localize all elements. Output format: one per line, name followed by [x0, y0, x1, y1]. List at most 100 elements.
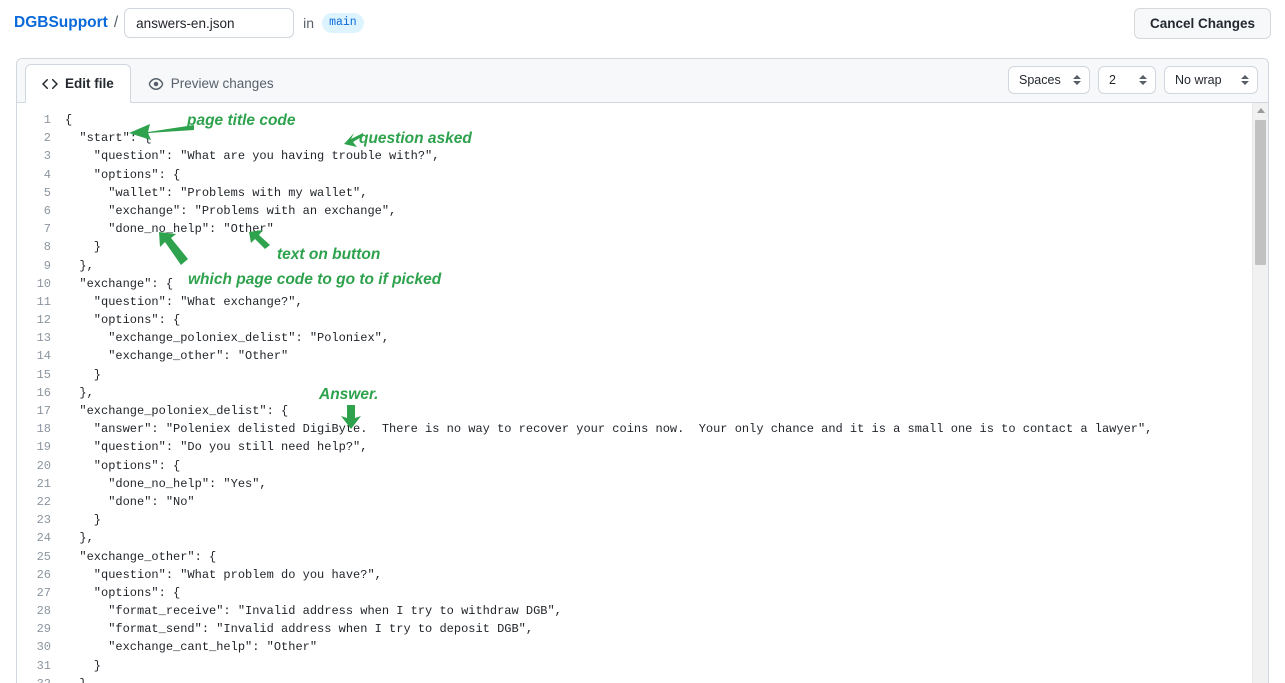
eye-icon — [148, 76, 164, 92]
code-line[interactable]: 1{ — [17, 111, 1252, 129]
code-line[interactable]: 6 "exchange": "Problems with an exchange… — [17, 202, 1252, 220]
indent-mode-select[interactable]: Spaces — [1008, 66, 1090, 94]
tab-edit-file[interactable]: Edit file — [25, 64, 131, 103]
line-content[interactable]: "options": { — [65, 457, 180, 475]
line-content[interactable]: "exchange_poloniex_delist": { — [65, 402, 288, 420]
code-line[interactable]: 17 "exchange_poloniex_delist": { — [17, 402, 1252, 420]
branch-badge: main — [322, 13, 364, 33]
line-content[interactable]: "done_no_help": "Yes", — [65, 475, 266, 493]
code-line[interactable]: 28 "format_receive": "Invalid address wh… — [17, 602, 1252, 620]
line-content[interactable]: "options": { — [65, 166, 180, 184]
editor-vertical-scrollbar[interactable] — [1252, 103, 1268, 683]
code-line[interactable]: 29 "format_send": "Invalid address when … — [17, 620, 1252, 638]
code-lines[interactable]: 1{2 "start": {3 "question": "What are yo… — [17, 103, 1252, 683]
line-content[interactable]: "exchange_other": { — [65, 548, 216, 566]
line-content[interactable]: "wallet": "Problems with my wallet", — [65, 184, 367, 202]
line-content[interactable]: "question": "What are you having trouble… — [65, 147, 440, 165]
code-line[interactable]: 7 "done_no_help": "Other" — [17, 220, 1252, 238]
code-line[interactable]: 3 "question": "What are you having troub… — [17, 147, 1252, 165]
line-number: 4 — [43, 167, 51, 182]
line-content[interactable]: "done_no_help": "Other" — [65, 220, 274, 238]
line-content[interactable]: "exchange": "Problems with an exchange", — [65, 202, 396, 220]
code-line[interactable]: 11 "question": "What exchange?", — [17, 293, 1252, 311]
line-content[interactable]: "format_receive": "Invalid address when … — [65, 602, 562, 620]
code-line[interactable]: 5 "wallet": "Problems with my wallet", — [17, 184, 1252, 202]
scrollbar-thumb[interactable] — [1255, 120, 1266, 265]
line-content[interactable]: "question": "What exchange?", — [65, 293, 303, 311]
code-line[interactable]: 21 "done_no_help": "Yes", — [17, 475, 1252, 493]
line-content[interactable]: } — [65, 657, 101, 675]
code-line[interactable]: 15 } — [17, 366, 1252, 384]
filename-input[interactable] — [124, 8, 295, 38]
line-number: 25 — [36, 549, 51, 564]
code-line[interactable]: 4 "options": { — [17, 166, 1252, 184]
code-line[interactable]: 31 } — [17, 657, 1252, 675]
indent-mode-value: Spaces — [1019, 73, 1061, 87]
line-number: 13 — [36, 331, 51, 346]
stepper-icon — [1073, 75, 1081, 85]
line-number: 21 — [36, 476, 51, 491]
code-line[interactable]: 30 "exchange_cant_help": "Other" — [17, 638, 1252, 656]
code-line[interactable]: 32 }, — [17, 675, 1252, 683]
code-line[interactable]: 23 } — [17, 511, 1252, 529]
indent-size-value: 2 — [1109, 73, 1116, 87]
line-number: 10 — [36, 276, 51, 291]
line-content[interactable]: "exchange_poloniex_delist": "Poloniex", — [65, 329, 389, 347]
line-content[interactable]: }, — [65, 529, 93, 547]
line-number: 27 — [36, 585, 51, 600]
code-line[interactable]: 26 "question": "What problem do you have… — [17, 566, 1252, 584]
code-line[interactable]: 10 "exchange": { — [17, 275, 1252, 293]
line-content[interactable]: } — [65, 511, 101, 529]
line-content[interactable]: "options": { — [65, 311, 180, 329]
cancel-changes-button[interactable]: Cancel Changes — [1133, 7, 1271, 39]
line-content[interactable]: }, — [65, 257, 93, 275]
code-editor-area[interactable]: 1{2 "start": {3 "question": "What are yo… — [17, 103, 1268, 683]
line-content[interactable]: "done": "No" — [65, 493, 194, 511]
code-line[interactable]: 16 }, — [17, 384, 1252, 402]
line-content[interactable]: }, — [65, 384, 93, 402]
line-number: 9 — [43, 258, 51, 273]
line-number: 19 — [36, 440, 51, 455]
line-content[interactable]: } — [65, 366, 101, 384]
line-content[interactable]: "exchange_other": "Other" — [65, 347, 288, 365]
code-line[interactable]: 14 "exchange_other": "Other" — [17, 347, 1252, 365]
editor-tabs: Edit file Preview changes — [25, 59, 291, 103]
breadcrumb-separator: / — [113, 14, 119, 31]
code-line[interactable]: 2 "start": { — [17, 129, 1252, 147]
code-line[interactable]: 13 "exchange_poloniex_delist": "Poloniex… — [17, 329, 1252, 347]
code-line[interactable]: 12 "options": { — [17, 311, 1252, 329]
tab-preview-changes[interactable]: Preview changes — [131, 64, 291, 103]
line-content[interactable]: } — [65, 238, 101, 256]
code-line[interactable]: 20 "options": { — [17, 457, 1252, 475]
code-icon — [42, 76, 58, 92]
line-content[interactable]: }, — [65, 675, 93, 683]
indent-size-select[interactable]: 2 — [1098, 66, 1156, 94]
stepper-icon — [1241, 75, 1249, 85]
code-line[interactable]: 9 }, — [17, 257, 1252, 275]
line-number: 5 — [43, 185, 51, 200]
code-line[interactable]: 24 }, — [17, 529, 1252, 547]
line-content[interactable]: "options": { — [65, 584, 180, 602]
code-line[interactable]: 18 "answer": "Poleniex delisted DigiByte… — [17, 420, 1252, 438]
in-label: in — [303, 15, 315, 31]
line-number: 31 — [36, 658, 51, 673]
wrap-mode-select[interactable]: No wrap — [1164, 66, 1258, 94]
line-content[interactable]: "exchange_cant_help": "Other" — [65, 638, 317, 656]
line-content[interactable]: { — [65, 111, 72, 129]
code-line[interactable]: 8 } — [17, 238, 1252, 256]
code-line[interactable]: 19 "question": "Do you still need help?"… — [17, 438, 1252, 456]
scroll-up-arrow-icon[interactable] — [1256, 108, 1265, 113]
code-line[interactable]: 25 "exchange_other": { — [17, 548, 1252, 566]
line-content[interactable]: "question": "Do you still need help?", — [65, 438, 368, 456]
line-number: 16 — [36, 385, 51, 400]
line-content[interactable]: "start": { — [65, 129, 151, 147]
repo-breadcrumb-link[interactable]: DGBSupport — [14, 14, 108, 32]
line-content[interactable]: "answer": "Poleniex delisted DigiByte. T… — [65, 420, 1153, 438]
code-line[interactable]: 22 "done": "No" — [17, 493, 1252, 511]
line-content[interactable]: "exchange": { — [65, 275, 173, 293]
line-content[interactable]: "question": "What problem do you have?", — [65, 566, 382, 584]
line-number: 14 — [36, 349, 51, 364]
line-content[interactable]: "format_send": "Invalid address when I t… — [65, 620, 533, 638]
code-line[interactable]: 27 "options": { — [17, 584, 1252, 602]
line-number: 20 — [36, 458, 51, 473]
